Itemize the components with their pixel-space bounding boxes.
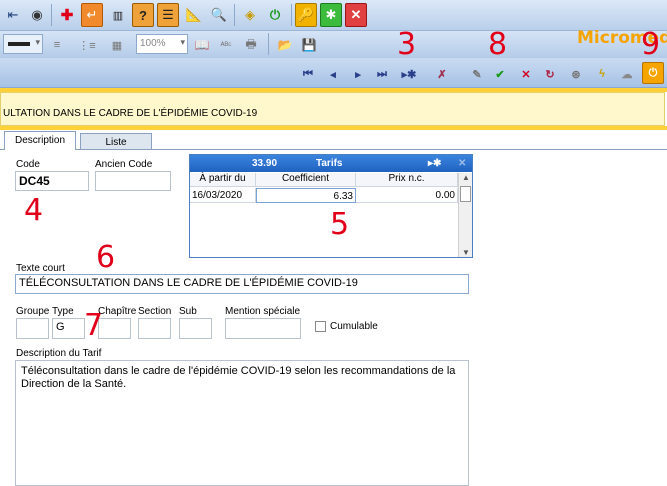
cumulable-label: Cumulable bbox=[330, 321, 378, 332]
groupe-field[interactable] bbox=[16, 318, 49, 339]
search-icon[interactable]: 🔍 bbox=[208, 3, 230, 27]
warning-icon[interactable]: ◈ bbox=[239, 3, 261, 27]
annotation-7: 7 bbox=[84, 308, 104, 343]
toolbar-separator bbox=[234, 4, 235, 26]
chevron-down-icon: ▾ bbox=[180, 37, 185, 47]
description-textarea[interactable]: Téléconsultation dans le cadre de l'épid… bbox=[15, 360, 469, 486]
refresh-icon[interactable]: ↻ bbox=[541, 65, 559, 83]
tab-description[interactable]: Description bbox=[4, 131, 76, 150]
line-style-dropdown[interactable]: ▾ bbox=[3, 34, 43, 54]
delete-record-icon[interactable]: ✗ bbox=[433, 65, 451, 83]
main-toolbar: ⇤ ◉ ✚ ↵ ▥ ? ☰ 📐 🔍 ◈ ⏻ 🔑 ✱ ✕ bbox=[0, 0, 667, 31]
first-record-icon[interactable]: ⏮ bbox=[299, 65, 317, 83]
record-title: ULTATION DANS LE CADRE DE L'ÉPIDÉMIE COV… bbox=[0, 92, 665, 126]
eye-icon[interactable]: ◉ bbox=[26, 3, 48, 27]
last-record-icon[interactable]: ⏭ bbox=[373, 65, 391, 83]
cumulable-checkbox[interactable] bbox=[315, 321, 326, 332]
scroll-down-icon[interactable]: ▼ bbox=[462, 248, 470, 257]
confirm-icon[interactable]: ✔ bbox=[491, 65, 509, 83]
toolbar-separator bbox=[268, 33, 269, 55]
chapitre-label: Chapître bbox=[98, 306, 137, 317]
code-label: Code bbox=[16, 159, 40, 170]
edit-icon[interactable]: ✎ bbox=[468, 65, 486, 83]
tarifs-grid: 33.90 Tarifs ▸✱ ✕ À partir du Coefficien… bbox=[189, 154, 473, 258]
toolbar-separator bbox=[291, 4, 292, 26]
close-icon[interactable]: ✕ bbox=[345, 3, 367, 27]
cell-prix[interactable]: 0.00 bbox=[356, 188, 458, 203]
column-header-date[interactable]: À partir du bbox=[190, 173, 256, 187]
bullet-list-icon[interactable]: ⋮≡ bbox=[76, 33, 98, 57]
cell-coefficient[interactable]: 6.33 bbox=[256, 188, 356, 203]
save-icon[interactable]: 💾 bbox=[298, 33, 320, 57]
question-icon[interactable]: ? bbox=[132, 3, 154, 27]
scroll-thumb[interactable] bbox=[460, 186, 471, 202]
chevron-down-icon: ▾ bbox=[35, 37, 40, 47]
grid-scrollbar[interactable]: ▲ ▼ bbox=[458, 173, 472, 257]
description-label: Description du Tarif bbox=[16, 348, 102, 359]
next-record-icon[interactable]: ▸ bbox=[349, 65, 367, 83]
table-icon[interactable]: ▦ bbox=[106, 33, 128, 57]
annotation-9: 9 bbox=[641, 27, 661, 62]
cancel-icon[interactable]: ✕ bbox=[517, 65, 535, 83]
zoom-select[interactable]: 100% ▾ bbox=[136, 34, 188, 54]
annotation-4: 4 bbox=[24, 193, 44, 228]
red-cross-icon[interactable]: ✚ bbox=[56, 3, 78, 27]
spellcheck-icon[interactable]: ᴬᴮᶜ bbox=[215, 33, 237, 57]
sub-label: Sub bbox=[179, 306, 197, 317]
ancien-code-field[interactable] bbox=[95, 171, 171, 191]
back-icon[interactable]: ⇤ bbox=[2, 3, 24, 27]
mention-label: Mention spéciale bbox=[225, 306, 301, 317]
tarifs-header: 33.90 Tarifs ▸✱ ✕ bbox=[190, 155, 472, 172]
align-icon[interactable]: ≡ bbox=[46, 33, 68, 57]
type-field[interactable]: G bbox=[52, 318, 85, 339]
print-icon[interactable]: 🖶 bbox=[240, 33, 262, 57]
cell-date[interactable]: 16/03/2020 bbox=[190, 188, 256, 203]
barcode-icon[interactable]: ▥ bbox=[107, 3, 129, 27]
previous-record-icon[interactable]: ◂ bbox=[324, 65, 342, 83]
format-toolbar: ▾ ≡ ⋮≡ ▦ 100% ▾ 📖 ᴬᴮᶜ 🖶 📂 💾 bbox=[0, 31, 667, 58]
tarifs-title: Tarifs bbox=[316, 158, 343, 169]
code-field[interactable]: DC45 bbox=[15, 171, 89, 191]
star-icon[interactable]: ✱ bbox=[320, 3, 342, 27]
annotation-3: 3 bbox=[397, 27, 417, 62]
lightning-icon[interactable]: ϟ bbox=[593, 65, 611, 83]
texte-court-label: Texte court bbox=[16, 263, 65, 274]
open-icon[interactable]: 📂 bbox=[274, 33, 296, 57]
new-row-icon[interactable]: ▸✱ bbox=[428, 158, 441, 169]
annotation-8: 8 bbox=[488, 27, 508, 62]
scroll-up-icon[interactable]: ▲ bbox=[462, 173, 470, 182]
tarifs-amount: 33.90 bbox=[252, 158, 278, 169]
annotation-6: 6 bbox=[96, 240, 116, 275]
ancien-code-label: Ancien Code bbox=[95, 159, 153, 170]
ruler-icon[interactable]: 📐 bbox=[183, 3, 205, 27]
accent-bar bbox=[0, 126, 667, 130]
zoom-value: 100% bbox=[140, 38, 166, 49]
sub-field[interactable] bbox=[179, 318, 212, 339]
power-icon[interactable]: ⏻ bbox=[264, 3, 286, 27]
tab-liste[interactable]: Liste bbox=[80, 133, 152, 149]
list-icon[interactable]: ☰ bbox=[157, 3, 179, 27]
groupe-label: Groupe bbox=[16, 306, 50, 317]
texte-court-field[interactable]: TÉLÉCONSULTATION DANS LE CADRE DE L'ÉPID… bbox=[15, 274, 469, 294]
new-record-icon[interactable]: ▸✱ bbox=[400, 65, 418, 83]
toolbar-separator bbox=[51, 4, 52, 26]
type-label: Type bbox=[52, 306, 74, 317]
close-icon[interactable]: ✕ bbox=[458, 158, 466, 169]
annotation-5: 5 bbox=[330, 207, 350, 242]
key-icon[interactable]: 🔑 bbox=[295, 3, 317, 27]
column-header-coefficient[interactable]: Coefficient bbox=[256, 173, 356, 187]
cloud-icon[interactable]: ☁ bbox=[618, 65, 636, 83]
power-button-icon[interactable]: ⏻ bbox=[642, 62, 664, 84]
attachment-icon[interactable]: ⊛ bbox=[567, 65, 585, 83]
return-icon[interactable]: ↵ bbox=[81, 3, 103, 27]
mention-field[interactable] bbox=[225, 318, 301, 339]
section-label: Section bbox=[138, 306, 172, 317]
book-icon[interactable]: 📖 bbox=[191, 33, 213, 57]
line-style-preview bbox=[8, 42, 30, 46]
section-field[interactable] bbox=[138, 318, 171, 339]
column-header-prix[interactable]: Prix n.c. bbox=[356, 173, 458, 187]
